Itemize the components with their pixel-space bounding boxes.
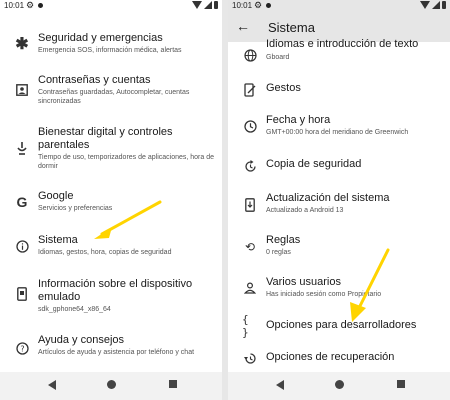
settings-item-seguridad[interactable]: ✱ Seguridad y emergencias Emergencia SOS… [0, 30, 222, 64]
item-title: Contraseñas y cuentas [38, 74, 151, 86]
wellbeing-icon [14, 140, 30, 156]
item-subtitle: Tiempo de uso, temporizadores de aplicac… [38, 154, 215, 170]
page-title: Sistema [268, 20, 315, 35]
item-subtitle: Has iniciado sesión como Propietario [266, 291, 382, 298]
item-subtitle: sdk_gphone64_x86_64 [38, 306, 111, 313]
status-time: 10:01 [4, 1, 25, 10]
developer-braces-icon: { } [242, 313, 249, 339]
item-subtitle: Contraseñas guardadas, Autocompletar, cu… [38, 89, 190, 105]
navigation-bar [228, 372, 450, 400]
help-icon: ? [14, 340, 30, 356]
signal-icon [204, 1, 212, 9]
sistema-item-usuarios[interactable]: Varios usuarios Has iniciado sesión como… [228, 274, 450, 304]
settings-item-ayuda[interactable]: ? Ayuda y consejos Artículos de ayuda y … [0, 332, 222, 366]
system-update-icon [242, 197, 258, 213]
item-title: Opciones de recuperación [266, 351, 395, 363]
item-subtitle: Gboard [266, 54, 290, 61]
svg-text:?: ? [20, 344, 24, 353]
rules-icon: ⟲ [244, 240, 256, 254]
backup-icon [242, 158, 258, 174]
item-title: Google [38, 190, 74, 202]
battery-icon [214, 1, 218, 9]
wifi-icon [420, 1, 430, 9]
item-title: Fecha y hora [266, 114, 331, 126]
sistema-item-idiomas[interactable]: Idiomas e introducción de texto Gboard [228, 38, 450, 68]
item-title: Varios usuarios [266, 276, 341, 288]
nav-home-icon[interactable] [107, 380, 116, 389]
item-title: Actualización del sistema [266, 192, 390, 204]
nav-recents-icon[interactable] [169, 380, 177, 388]
status-bar: 10:01 ⚙ [0, 0, 222, 12]
status-time: 10:01 [232, 1, 253, 10]
back-arrow-icon[interactable]: ← [236, 18, 250, 34]
gesture-icon [242, 82, 258, 98]
device-icon [14, 286, 30, 302]
person-icon [242, 280, 258, 296]
globe-icon [242, 47, 258, 63]
settings-item-dispositivo[interactable]: Información sobre el dispositivo emulado… [0, 276, 222, 316]
asterisk-icon: ✱ [15, 36, 29, 53]
settings-item-bienestar[interactable]: Bienestar digital y controles parentales… [0, 124, 222, 174]
nav-recents-icon[interactable] [397, 380, 405, 388]
nav-back-icon[interactable] [48, 380, 56, 390]
settings-screen: 10:01 ⚙ ✱ Seguridad y emergencias Emerge… [0, 0, 222, 400]
item-title: Idiomas e introducción de texto [266, 38, 419, 50]
status-icons [420, 1, 446, 9]
item-title: Bienestar digital y controles parentales [38, 126, 173, 151]
item-title: Gestos [266, 82, 301, 94]
nav-back-icon[interactable] [276, 380, 284, 390]
signal-icon [432, 1, 440, 9]
item-title: Opciones para desarrolladores [266, 319, 417, 331]
status-bar: 10:01 ⚙ [228, 0, 450, 12]
item-title: Seguridad y emergencias [38, 32, 163, 44]
sistema-item-copia[interactable]: Copia de seguridad [228, 156, 450, 176]
sistema-item-recuperacion[interactable]: Opciones de recuperación [228, 348, 450, 368]
settings-item-contrasenas[interactable]: Contraseñas y cuentas Contraseñas guarda… [0, 72, 222, 110]
clock-icon [242, 118, 258, 134]
sistema-item-actualizacion[interactable]: Actualización del sistema Actualizado a … [228, 190, 450, 220]
item-subtitle: Artículos de ayuda y asistencia por telé… [38, 349, 195, 356]
nav-home-icon[interactable] [335, 380, 344, 389]
wifi-icon [192, 1, 202, 9]
sistema-item-reglas[interactable]: ⟲ Reglas 0 reglas [228, 232, 450, 260]
item-title: Reglas [266, 234, 301, 246]
notification-dot-icon [266, 3, 271, 8]
settings-item-sistema[interactable]: Sistema Idiomas, gestos, hora, copias de… [0, 234, 222, 262]
item-title: Copia de seguridad [266, 158, 362, 170]
gear-icon: ⚙ [254, 0, 263, 10]
item-subtitle: Actualizado a Android 13 [266, 207, 344, 214]
sistema-item-gestos[interactable]: Gestos [228, 80, 450, 100]
account-box-icon [14, 82, 30, 98]
info-icon [14, 238, 30, 254]
item-title: Ayuda y consejos [38, 334, 125, 346]
item-title: Información sobre el dispositivo emulado [38, 278, 193, 303]
status-icons [192, 1, 218, 9]
settings-item-google[interactable]: G Google Servicios y preferencias [0, 190, 222, 218]
gear-icon: ⚙ [26, 0, 35, 10]
item-subtitle: Emergencia SOS, información médica, aler… [38, 47, 182, 54]
item-subtitle: Idiomas, gestos, hora, copias de segurid… [38, 249, 172, 256]
item-subtitle: Servicios y preferencias [38, 205, 113, 212]
sistema-item-fecha[interactable]: Fecha y hora GMT+00:00 hora del meridian… [228, 112, 450, 142]
sistema-screen: 10:01 ⚙ ← Sistema Idiomas e introducción… [228, 0, 450, 400]
google-icon: G [16, 194, 28, 210]
item-subtitle: 0 reglas [266, 249, 291, 256]
item-subtitle: GMT+00:00 hora del meridiano de Greenwic… [266, 129, 409, 136]
navigation-bar [0, 372, 222, 400]
restore-icon [242, 350, 258, 366]
sistema-item-desarrolladores[interactable]: { } Opciones para desarrolladores [228, 313, 450, 339]
item-title: Sistema [38, 234, 78, 246]
battery-icon [442, 1, 446, 9]
notification-dot-icon [38, 3, 43, 8]
